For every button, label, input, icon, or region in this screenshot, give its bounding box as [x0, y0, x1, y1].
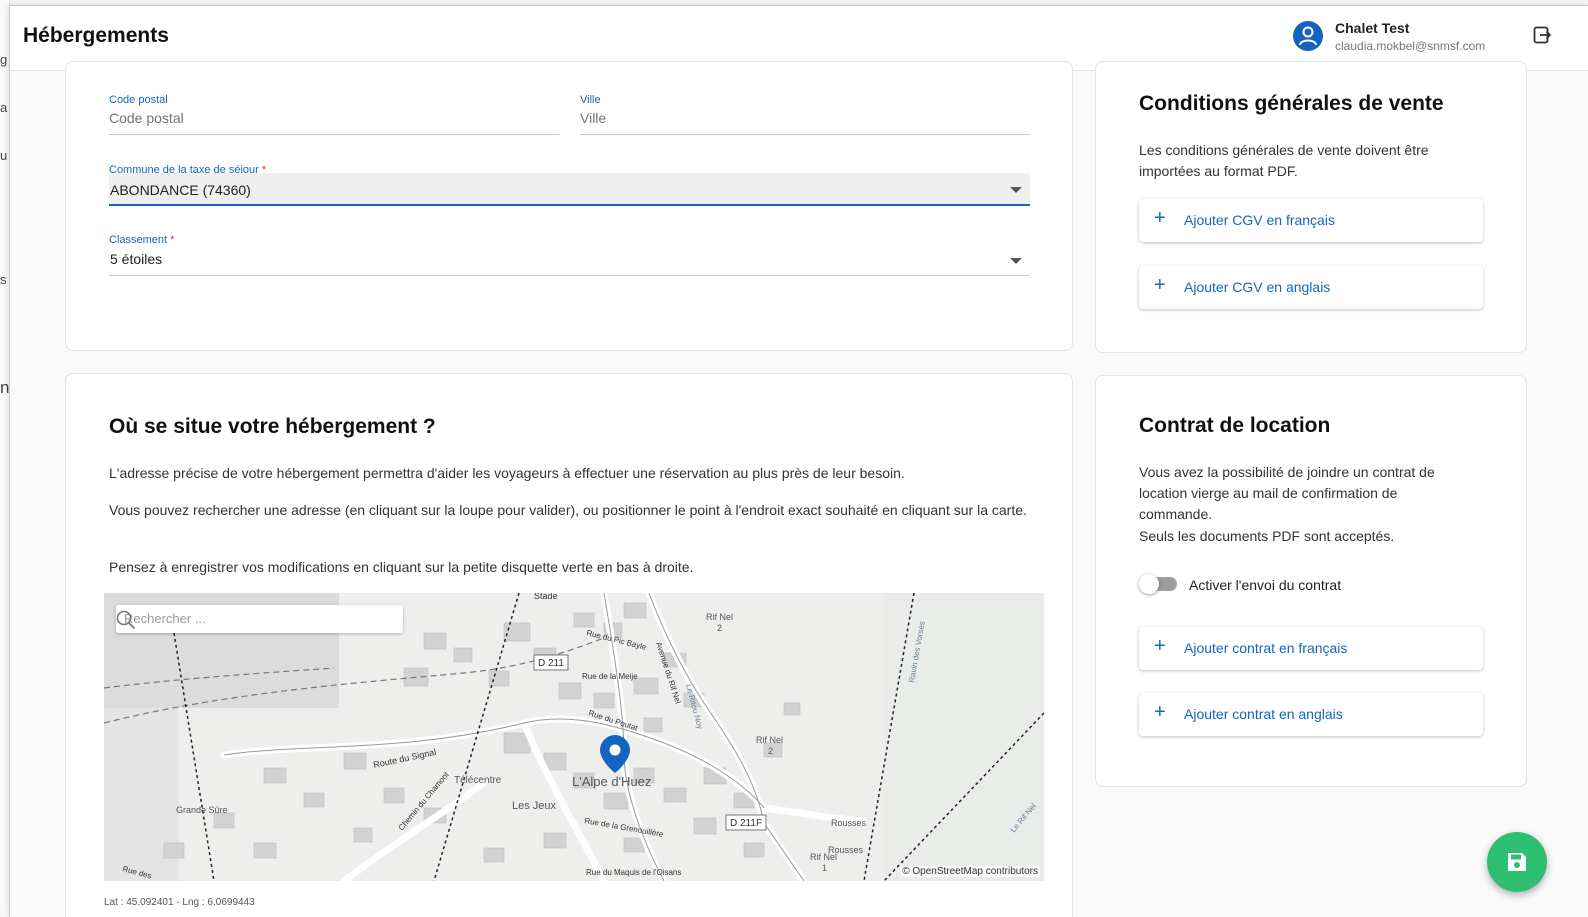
add-cgv-fr-button[interactable]: + Ajouter CGV en français	[1139, 199, 1483, 242]
plus-icon: +	[1154, 635, 1166, 657]
user-email: claudia.mokbel@snmsf.com	[1335, 39, 1486, 53]
map-label: Rousses	[831, 818, 867, 828]
map-search-input[interactable]	[124, 611, 364, 626]
map-label: Rif Nel	[756, 735, 783, 745]
address-form-card: Code postal Ville Commune de la taxe de …	[65, 61, 1073, 351]
map-label: Route du Signal	[372, 747, 437, 770]
add-contract-en-button[interactable]: + Ajouter contrat en anglais	[1139, 693, 1483, 736]
save-button[interactable]	[1487, 832, 1547, 892]
add-cgv-en-label: Ajouter CGV en anglais	[1184, 279, 1331, 295]
tax-commune-select[interactable]: ABONDANCE (74360)	[109, 173, 1030, 206]
add-contract-en-label: Ajouter contrat en anglais	[1184, 706, 1343, 722]
floppy-disk-icon	[1508, 853, 1526, 871]
map-label: Télécentre	[454, 775, 502, 786]
plus-icon: +	[1154, 207, 1166, 229]
add-cgv-fr-label: Ajouter CGV en français	[1184, 212, 1335, 228]
map-label: Rousses	[828, 845, 864, 855]
map-label: Rue de la Meije	[582, 672, 638, 681]
location-paragraph-1: L'adresse précise de votre hébergement p…	[109, 465, 905, 481]
map-label: L'Alpe d'Huez	[572, 774, 651, 789]
contract-description: Vous avez la possibilité de joindre un c…	[1139, 464, 1435, 522]
page-content: Code postal Ville Commune de la taxe de …	[10, 61, 1588, 917]
coordinates-readout: Lat : 45.092401 - Lng : 6.0699443	[104, 897, 255, 908]
user-name: Chalet Test	[1335, 20, 1410, 36]
required-mark: *	[170, 234, 175, 246]
city-label: Ville	[580, 94, 601, 106]
contract-toggle[interactable]	[1139, 574, 1177, 594]
contract-title: Contrat de location	[1139, 414, 1331, 437]
map-label: Rue de la Grenouillère	[584, 816, 665, 839]
postal-code-label: Code postal	[109, 94, 168, 106]
add-contract-fr-label: Ajouter contrat en français	[1184, 640, 1348, 656]
account-icon	[1299, 26, 1317, 46]
map-label: 1	[822, 863, 827, 873]
rating-label-text: Classement	[109, 234, 168, 246]
map-label: Stade	[534, 593, 558, 601]
search-icon[interactable]	[116, 610, 136, 630]
plus-icon: +	[1154, 701, 1166, 723]
add-contract-fr-button[interactable]: + Ajouter contrat en français	[1139, 627, 1483, 670]
app-window: Hébergements Chalet Test claudia.mokbel@…	[10, 6, 1588, 917]
user-avatar[interactable]	[1293, 21, 1323, 51]
location-title: Où se situe votre hébergement ?	[109, 415, 436, 438]
tax-commune-value: ABONDANCE (74360)	[110, 182, 251, 198]
map-canvas[interactable]: Stade D 211 D 211F Rue du Pic Bayle Rue …	[104, 593, 1044, 881]
map-label: Rif Nel	[706, 612, 733, 622]
city-underline	[580, 134, 1030, 135]
rating-value: 5 étoiles	[110, 251, 163, 267]
location-paragraph-2: Vous pouvez rechercher une adresse (en c…	[109, 502, 1027, 518]
location-paragraph-3: Pensez à enregistrer vos modifications e…	[109, 559, 694, 575]
cgv-description: Les conditions générales de vente doiven…	[1139, 142, 1429, 179]
city-input[interactable]	[580, 110, 1029, 126]
map-label: Rue du Maquis de l'Oisans	[586, 868, 681, 877]
plus-icon: +	[1154, 274, 1166, 296]
map-attribution[interactable]: © OpenStreetMap contributors	[900, 866, 1040, 877]
rating-select[interactable]: 5 étoiles	[109, 246, 1030, 276]
map-label: 2	[717, 623, 722, 633]
map-search-box[interactable]	[116, 605, 403, 633]
chevron-down-icon	[1010, 187, 1022, 193]
location-map[interactable]: Stade D 211 D 211F Rue du Pic Bayle Rue …	[104, 593, 1044, 881]
map-label: D 211	[538, 658, 564, 669]
rating-label: Classement *	[109, 234, 174, 246]
map-label: Grande Sûre	[176, 805, 228, 815]
toggle-thumb	[1139, 574, 1159, 594]
add-cgv-en-button[interactable]: + Ajouter CGV en anglais	[1139, 266, 1483, 309]
map-label: Les Jeux	[512, 800, 557, 812]
contract-card: Contrat de location Vous avez la possibi…	[1095, 375, 1527, 787]
postal-code-underline	[109, 134, 559, 135]
cgv-card: Conditions générales de vente Les condit…	[1095, 61, 1527, 353]
contract-toggle-label: Activer l'envoi du contrat	[1189, 577, 1342, 593]
cgv-title: Conditions générales de vente	[1139, 92, 1444, 115]
map-label: D 211F	[730, 818, 762, 829]
contract-pdf-note: Seuls les documents PDF sont acceptés.	[1139, 528, 1395, 544]
rating-underline	[109, 275, 1030, 276]
underlying-window-strip: gausn	[0, 0, 10, 917]
chevron-down-icon	[1010, 258, 1022, 264]
logout-icon[interactable]	[1533, 26, 1551, 44]
map-label: Avenue du Rif Nel	[654, 641, 683, 705]
page-title: Hébergements	[23, 24, 169, 47]
map-label: 2	[768, 746, 773, 756]
postal-code-input[interactable]	[109, 110, 558, 126]
